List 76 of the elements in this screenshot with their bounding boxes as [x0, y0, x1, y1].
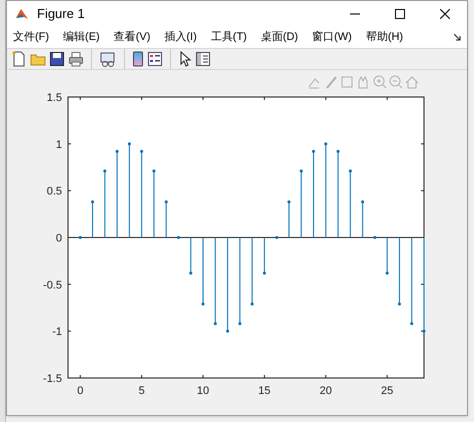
point [152, 169, 156, 172]
point [361, 200, 364, 204]
menu-item[interactable]: 桌面(D) [260, 28, 298, 46]
stem-marker [164, 200, 168, 238]
menu-item[interactable]: 插入(I) [164, 28, 197, 46]
y-tick-label: -0.5 [43, 279, 62, 292]
stem-marker [189, 237, 192, 275]
point [214, 322, 217, 326]
menu-item[interactable]: 文件(F) [13, 28, 50, 46]
stem-marker [373, 236, 376, 239]
linked-plot-icon[interactable] [99, 51, 117, 67]
point [164, 200, 168, 204]
point [336, 150, 340, 153]
point [91, 200, 94, 204]
legend-icon[interactable] [147, 51, 163, 67]
x-tick-label: 25 [381, 385, 394, 397]
y-tick-label: 0 [56, 232, 62, 244]
stem-marker [152, 170, 156, 238]
maximize-icon [394, 8, 404, 18]
y-tick-label: 0.5 [46, 186, 62, 198]
close-icon [440, 8, 450, 18]
point [128, 142, 131, 146]
stem-marker [300, 170, 303, 238]
menu-item[interactable]: 帮助(H) [366, 28, 404, 46]
menu-item[interactable]: 窗口(W) [312, 28, 352, 46]
point [324, 142, 328, 146]
point [250, 302, 254, 306]
stem-marker [361, 200, 364, 238]
app-logo-icon [15, 6, 29, 20]
point [140, 150, 144, 153]
dock-arrow-icon[interactable] [454, 34, 461, 41]
stem-marker [275, 236, 278, 239]
window-title: Figure 1 [37, 4, 85, 23]
pointer-icon[interactable] [178, 51, 192, 67]
stem-marker [202, 237, 205, 306]
stem-marker [262, 237, 266, 275]
menu-item[interactable]: 工具(T) [210, 28, 247, 46]
point [410, 322, 414, 326]
stem-marker [386, 237, 389, 275]
point [262, 272, 266, 275]
y-tick-label: 1.5 [46, 92, 62, 104]
point [312, 150, 316, 153]
printer-icon[interactable] [68, 51, 84, 67]
point [238, 322, 242, 326]
point [202, 302, 205, 306]
save-icon[interactable] [49, 51, 65, 67]
stem-marker [287, 200, 290, 238]
x-tick-label: 20 [320, 385, 332, 397]
stem-marker [78, 236, 82, 239]
colorbar-icon[interactable] [132, 51, 144, 67]
point [398, 302, 401, 306]
point [103, 169, 106, 172]
y-tick-label: -1 [52, 326, 62, 338]
point [226, 330, 230, 333]
y-tick-label: 1 [56, 138, 62, 151]
x-tick-label: 0 [77, 385, 84, 397]
x-tick-label: 15 [258, 385, 271, 397]
point [300, 169, 303, 172]
point [386, 272, 389, 275]
y-tick-label: -1.5 [43, 373, 62, 385]
menu-item[interactable]: 查看(V) [114, 28, 150, 46]
property-inspector-icon[interactable] [195, 51, 211, 67]
stem-marker [398, 237, 401, 306]
x-tick-label: 10 [196, 385, 210, 397]
point [189, 272, 192, 275]
stem-marker [250, 237, 254, 306]
point [116, 150, 119, 153]
menu-item[interactable]: 编辑(E) [63, 28, 100, 46]
point [348, 169, 352, 172]
x-tick-label: 5 [138, 385, 145, 397]
stem-marker [103, 170, 106, 238]
point [287, 200, 290, 204]
stem-marker [91, 200, 94, 238]
stem-marker [176, 236, 180, 239]
new-file-icon[interactable] [11, 51, 27, 67]
stem-marker [348, 170, 352, 238]
